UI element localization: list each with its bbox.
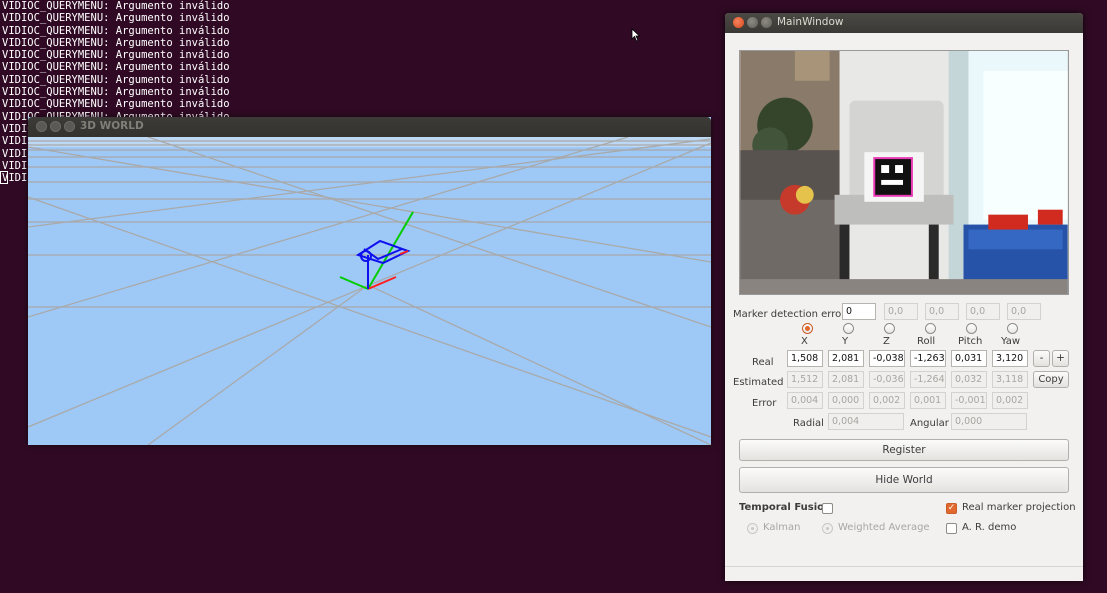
real-marker-projection-checkbox[interactable]: ✓ bbox=[946, 503, 957, 514]
status-bar-divider bbox=[725, 566, 1083, 567]
error-roll-field: 0,001 bbox=[910, 392, 946, 409]
ar-demo-label: A. R. demo bbox=[962, 522, 1017, 533]
terminal-line: VIDIOC_QUERYMENU: Argumento inválido bbox=[2, 98, 230, 111]
terminal-line: VIDIOC_QUERYMENU: Argumento inválido bbox=[2, 0, 230, 12]
temporal-fusion-checkbox[interactable] bbox=[822, 503, 833, 514]
radio-pitch[interactable] bbox=[966, 323, 977, 334]
close-icon[interactable] bbox=[36, 121, 47, 132]
maximize-icon[interactable] bbox=[64, 121, 75, 132]
error-yaw-field: 0,002 bbox=[992, 392, 1028, 409]
increment-button[interactable]: + bbox=[1052, 350, 1069, 367]
terminal-line: VIDIOC_QUERYMENU: Argumento inválido bbox=[2, 49, 230, 62]
real-marker-projection-label: Real marker projection bbox=[962, 502, 1076, 513]
mouse-cursor-icon bbox=[631, 28, 641, 42]
angular-label: Angular bbox=[910, 418, 949, 429]
marker-error-field: 0,0 bbox=[925, 303, 959, 320]
error-pitch-field: -0,001 bbox=[951, 392, 987, 409]
minimize-icon[interactable] bbox=[50, 121, 61, 132]
error-row-label: Error bbox=[752, 398, 777, 409]
error-z-field: 0,002 bbox=[869, 392, 905, 409]
column-header-z: Z bbox=[883, 336, 890, 347]
error-y-field: 0,000 bbox=[828, 392, 864, 409]
maximize-icon[interactable] bbox=[761, 17, 772, 28]
camera-feed-image bbox=[739, 50, 1069, 295]
copy-button[interactable]: Copy bbox=[1033, 371, 1069, 388]
terminal-line: VIDIOC_QUERYMENU: Argumento inválido bbox=[2, 73, 230, 86]
column-header-roll: Roll bbox=[917, 336, 936, 347]
column-header-pitch: Pitch bbox=[958, 336, 983, 347]
real-row-label: Real bbox=[752, 357, 774, 368]
angular-error-field: 0,000 bbox=[951, 413, 1027, 430]
radial-label: Radial bbox=[793, 418, 824, 429]
terminal-line: VIDIOC_QUERYMENU: Argumento inválido bbox=[2, 86, 230, 99]
world-window-title: 3D WORLD bbox=[80, 120, 144, 132]
terminal-line: VIDIOC_QUERYMENU: Argumento inválido bbox=[2, 24, 230, 37]
weighted-average-radio[interactable] bbox=[822, 523, 833, 534]
decrement-button[interactable]: - bbox=[1033, 350, 1050, 367]
temporal-fusion-label: Temporal Fusion bbox=[739, 502, 832, 513]
close-icon[interactable] bbox=[733, 17, 744, 28]
world-3d-window[interactable]: 3D WORLD bbox=[28, 117, 711, 445]
real-y-input[interactable]: 2,081 bbox=[828, 350, 864, 367]
terminal-line: VIDIOC_QUERYMENU: Argumento inválido bbox=[2, 12, 230, 25]
radio-x[interactable] bbox=[802, 323, 813, 334]
radio-z[interactable] bbox=[884, 323, 895, 334]
real-pitch-input[interactable]: 0,031 bbox=[951, 350, 987, 367]
terminal-cursor bbox=[0, 171, 8, 184]
error-x-field: 0,004 bbox=[787, 392, 823, 409]
column-header-y: Y bbox=[842, 336, 849, 347]
main-window[interactable]: MainWindow Marker detection error 0 0,0 … bbox=[725, 13, 1083, 581]
estimated-roll-field: -1,264 bbox=[910, 371, 946, 388]
estimated-row-label: Estimated bbox=[733, 377, 784, 388]
estimated-yaw-field: 3,118 bbox=[992, 371, 1028, 388]
minimize-icon[interactable] bbox=[747, 17, 758, 28]
radio-y[interactable] bbox=[843, 323, 854, 334]
terminal-line: VIDIOC_QUERYMENU: Argumento inválido bbox=[2, 36, 230, 49]
world-3d-view[interactable] bbox=[28, 137, 711, 445]
estimated-y-field: 2,081 bbox=[828, 371, 864, 388]
estimated-x-field: 1,512 bbox=[787, 371, 823, 388]
marker-error-field: 0,0 bbox=[966, 303, 1000, 320]
radio-yaw[interactable] bbox=[1007, 323, 1018, 334]
real-x-input[interactable]: 1,508 bbox=[787, 350, 823, 367]
ar-demo-checkbox[interactable] bbox=[946, 523, 957, 534]
marker-error-field: 0,0 bbox=[1007, 303, 1041, 320]
estimated-z-field: -0,036 bbox=[869, 371, 905, 388]
marker-detection-error-label: Marker detection error bbox=[733, 309, 846, 320]
weighted-average-label: Weighted Average bbox=[838, 522, 930, 533]
real-z-input[interactable]: -0,038 bbox=[869, 350, 905, 367]
real-yaw-input[interactable]: 3,120 bbox=[992, 350, 1028, 367]
hide-world-button[interactable]: Hide World bbox=[739, 467, 1069, 493]
marker-detection-error-input[interactable]: 0 bbox=[842, 303, 876, 320]
world-titlebar[interactable]: 3D WORLD bbox=[28, 117, 711, 137]
marker-error-field: 0,0 bbox=[884, 303, 918, 320]
real-roll-input[interactable]: -1,263 bbox=[910, 350, 946, 367]
kalman-radio[interactable] bbox=[747, 523, 758, 534]
main-titlebar[interactable]: MainWindow bbox=[725, 13, 1083, 33]
radio-roll[interactable] bbox=[925, 323, 936, 334]
estimated-pitch-field: 0,032 bbox=[951, 371, 987, 388]
register-button[interactable]: Register bbox=[739, 439, 1069, 461]
terminal-line: VIDIOC_QUERYMENU: Argumento inválido bbox=[2, 61, 230, 74]
column-header-yaw: Yaw bbox=[1001, 336, 1021, 347]
main-window-title: MainWindow bbox=[777, 16, 844, 28]
kalman-label: Kalman bbox=[763, 522, 801, 533]
column-header-x: X bbox=[801, 336, 808, 347]
radial-error-field: 0,004 bbox=[828, 413, 904, 430]
